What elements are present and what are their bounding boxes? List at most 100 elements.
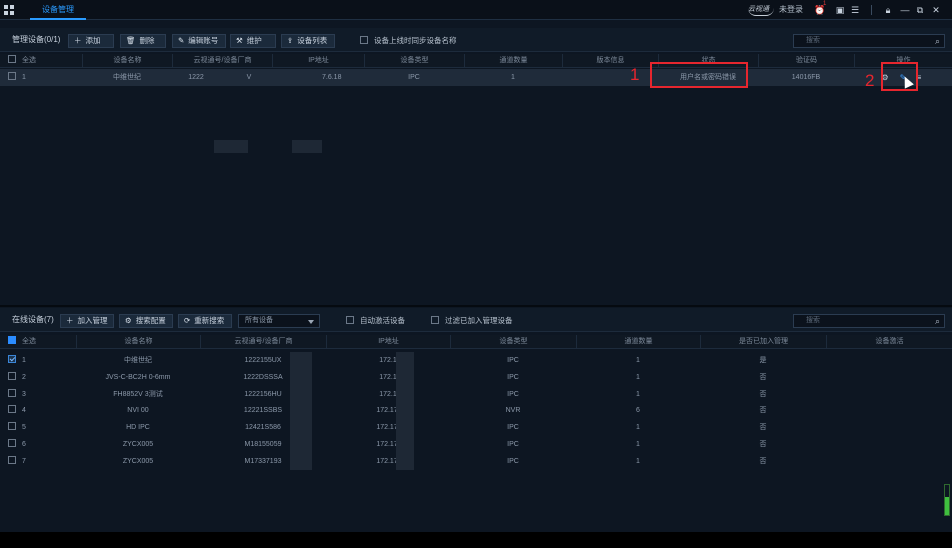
managed-status: 否 — [759, 441, 767, 448]
online-toolbar: 在线设备(7) ＋加入管理 ⚙ 搜索配置 ⟳ 重新搜索 所有设备 自动激活设备 过滤… — [0, 308, 952, 332]
sync-name-checkbox[interactable]: 设备上线时同步设备名称 — [360, 35, 457, 47]
message-icon[interactable]: ▣ — [835, 5, 845, 15]
vertical-scrollbar[interactable] — [944, 484, 950, 516]
add-button[interactable]: ＋添加 — [68, 34, 114, 48]
channel-count: 1 — [636, 457, 640, 465]
select-all-checkbox[interactable] — [8, 55, 16, 63]
checkbox-box — [431, 316, 439, 324]
app-grid-icon[interactable] — [4, 5, 14, 15]
ip-address: 7.6.18 — [322, 74, 342, 81]
column-header[interactable]: 设备名称 — [82, 54, 172, 68]
alarm-count-badge: 1 — [823, 1, 827, 7]
managed-status: 否 — [759, 457, 767, 465]
device-type: IPC — [507, 424, 519, 432]
column-header[interactable]: 云视通号/设备厂商 — [172, 54, 272, 68]
auto-activate-checkbox[interactable]: 自动激活设备 — [346, 315, 405, 327]
maintain-button[interactable]: ⚒ 维护 — [230, 34, 276, 48]
edit-account-button[interactable]: ✎ 编辑账号 — [172, 34, 226, 48]
device-name: ZYCX005 — [122, 457, 154, 465]
column-header[interactable]: 是否已加入管理 — [700, 335, 826, 349]
column-header[interactable]: 设备类型 — [450, 335, 576, 349]
table-row[interactable]: 1 中维世纪 1222 V 7.6.18 IPC 1 用户名或密码错误 1401… — [0, 69, 952, 153]
row-index: 1 — [0, 69, 82, 86]
managed-table-header: 全选 设备名称 云视通号/设备厂商 IP地址 设备类型 通道数量 版本信息 状态… — [0, 54, 952, 68]
delete-button[interactable]: 🗑︎ 删除 — [120, 34, 166, 48]
chevron-down-icon — [308, 320, 314, 324]
channel-count: 1 — [636, 390, 640, 398]
column-header[interactable]: 设备激活 — [826, 335, 952, 349]
online-search-input[interactable]: 搜索 ⌕ — [793, 314, 945, 328]
column-header[interactable]: 云视通号/设备厂商 — [200, 335, 326, 349]
tab-device-management[interactable]: 设备管理 — [30, 0, 86, 20]
select-all-header[interactable]: 全选 — [0, 54, 82, 68]
table-row[interactable]: 4 NVI 00 12221SSBS 172.17. NVR 6 否 — [0, 402, 952, 419]
row-index: 7 — [0, 453, 76, 470]
login-status[interactable]: 未登录 — [779, 0, 803, 20]
column-header[interactable]: 验证码 — [758, 54, 854, 68]
search-config-button[interactable]: ⚙ 搜索配置 — [119, 314, 173, 328]
managed-status: 否 — [759, 373, 767, 381]
row-checkbox[interactable] — [8, 72, 16, 80]
title-bar: 设备管理 云视通 未登录 ⏰ 1 ▣ ☰ 🔒︎ — ⧉ ✕ — [0, 0, 952, 20]
managed-devices-title: 管理设备(0/1) — [12, 35, 61, 44]
managed-search-input[interactable]: 搜索 ⌕ — [793, 34, 945, 48]
column-header[interactable]: 通道数量 — [464, 54, 562, 68]
row-checkbox[interactable] — [8, 455, 16, 464]
table-row[interactable]: 7 ZYCX005 M17337193 172.17. IPC 1 否 — [0, 453, 952, 470]
verify-code: 14016FB — [791, 74, 821, 81]
device-type: IPC — [507, 441, 519, 448]
column-header[interactable]: IP地址 — [326, 335, 450, 349]
online-table-header: 全选 设备名称 云视通号/设备厂商 IP地址 设备类型 通道数量 是否已加入管理… — [0, 335, 952, 349]
row-checkbox[interactable] — [8, 355, 16, 363]
device-filter-select[interactable]: 所有设备 — [238, 314, 320, 328]
close-icon[interactable]: ✕ — [931, 5, 941, 15]
device-name: JVS-C-BC2H 0-6mm — [105, 373, 171, 381]
device-type: IPC — [408, 74, 420, 81]
table-row[interactable]: 2 JVS-C-BC2H 0-6mm 1222DSSSA 172.1 IPC 1 否 — [0, 369, 952, 386]
row-index: 5 — [0, 419, 76, 436]
table-row[interactable]: 5 HD IPC 12421S586 172.17. IPC 1 否 — [0, 419, 952, 436]
scrollbar-thumb[interactable] — [945, 497, 949, 515]
channel-count: 1 — [636, 357, 640, 364]
join-manage-button[interactable]: ＋加入管理 — [60, 314, 114, 328]
column-header[interactable]: IP地址 — [272, 54, 364, 68]
column-header[interactable]: 版本信息 — [562, 54, 658, 68]
channel-count: 1 — [636, 424, 640, 432]
table-row[interactable]: 1 中维世纪 1222155UX 172.1 IPC 1 是 — [0, 352, 952, 369]
device-name: FH8852V 3测试 — [113, 390, 163, 398]
row-checkbox[interactable] — [8, 371, 16, 380]
row-checkbox[interactable] — [8, 422, 16, 431]
search-icon[interactable]: ⌕ — [935, 35, 940, 47]
cloud-id: 1222 — [188, 74, 204, 81]
plus-icon: ＋ — [74, 36, 82, 45]
checkbox-box — [360, 36, 368, 44]
select-all-checkbox[interactable] — [8, 336, 16, 344]
device-name: NVI 00 — [127, 407, 149, 415]
select-all-header[interactable]: 全选 — [0, 335, 76, 349]
search-icon[interactable]: ⌕ — [935, 315, 940, 327]
managed-status: 是 — [759, 357, 767, 364]
brand-logo: 云视通 — [748, 4, 774, 16]
device-type: IPC — [507, 373, 519, 381]
lock-icon[interactable]: 🔒︎ — [883, 5, 893, 15]
pencil-icon: ✎ — [178, 36, 185, 45]
column-header[interactable]: 通道数量 — [576, 335, 700, 349]
filter-added-checkbox[interactable]: 过滤已加入管理设备 — [431, 315, 513, 327]
annotation-label-2: 2 — [865, 71, 875, 90]
row-checkbox[interactable] — [8, 439, 16, 447]
row-checkbox[interactable] — [8, 405, 16, 414]
list-icon[interactable]: ☰ — [850, 5, 860, 15]
channel-count: 6 — [636, 407, 640, 415]
restore-icon[interactable]: ⧉ — [915, 5, 925, 15]
column-header[interactable]: 设备类型 — [364, 54, 464, 68]
device-list-button[interactable]: ⇪ 设备列表 — [281, 34, 335, 48]
ip-address: 172.1 — [379, 390, 397, 398]
table-row[interactable]: 6 ZYCX005 M18155059 172.17. IPC 1 否 — [0, 436, 952, 453]
managed-status: 否 — [759, 407, 767, 415]
column-header[interactable]: 设备名称 — [76, 335, 200, 349]
minimize-icon[interactable]: — — [900, 5, 910, 15]
table-row[interactable]: 3 FH8852V 3测试 1222156HU 172.1 IPC 1 否 — [0, 386, 952, 403]
bottom-bar — [0, 532, 952, 548]
re-search-button[interactable]: ⟳ 重新搜索 — [178, 314, 232, 328]
row-checkbox[interactable] — [8, 388, 16, 397]
